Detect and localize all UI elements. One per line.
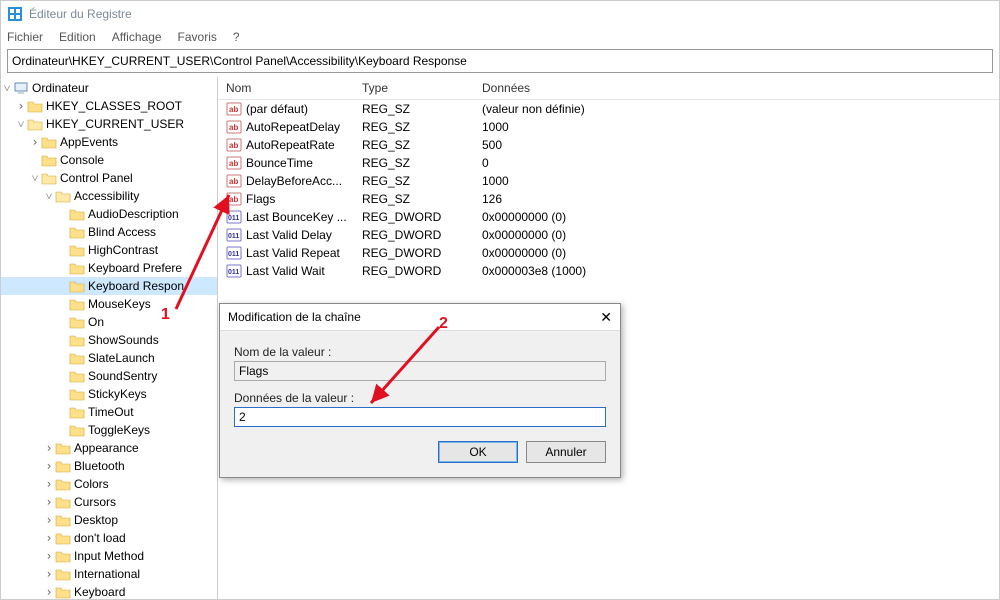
label-value-name: Nom de la valeur : [234, 345, 606, 359]
tree-accessibility[interactable]: ˅Accessibility [1, 187, 217, 205]
tree-acc-blind-access[interactable]: Blind Access [1, 223, 217, 241]
menu-help[interactable]: ? [233, 30, 240, 44]
tree-acc-slatelaunch[interactable]: SlateLaunch [1, 349, 217, 367]
regedit-icon [7, 6, 23, 22]
col-data[interactable]: Données [482, 81, 999, 95]
tree-desktop[interactable]: ›Desktop [1, 511, 217, 529]
svg-text:011: 011 [228, 233, 239, 240]
tree-pane[interactable]: ˅Ordinateur›HKEY_CLASSES_ROOT˅HKEY_CURRE… [1, 77, 218, 599]
value-row[interactable]: abBounceTimeREG_SZ0 [218, 154, 999, 172]
label-value-data: Données de la valeur : [234, 391, 606, 405]
tree-don-t-load[interactable]: ›don't load [1, 529, 217, 547]
tree-acc-stickykeys[interactable]: StickyKeys [1, 385, 217, 403]
svg-text:ab: ab [229, 105, 238, 114]
tree-bluetooth[interactable]: ›Bluetooth [1, 457, 217, 475]
tree-acc-highcontrast[interactable]: HighContrast [1, 241, 217, 259]
address-bar[interactable]: Ordinateur\HKEY_CURRENT_USER\Control Pan… [7, 49, 993, 73]
tree-cursors[interactable]: ›Cursors [1, 493, 217, 511]
menu-file[interactable]: Fichier [7, 30, 43, 44]
value-row[interactable]: 011Last Valid RepeatREG_DWORD0x00000000 … [218, 244, 999, 262]
svg-text:011: 011 [228, 215, 239, 222]
tree-computer[interactable]: ˅Ordinateur [1, 79, 217, 97]
tree-acc-keyboard-prefere[interactable]: Keyboard Prefere [1, 259, 217, 277]
window-title: Éditeur du Registre [29, 7, 132, 21]
svg-text:ab: ab [229, 123, 238, 132]
dialog-title: Modification de la chaîne [228, 310, 361, 324]
tree-acc-mousekeys[interactable]: MouseKeys [1, 295, 217, 313]
svg-text:011: 011 [228, 251, 239, 258]
value-row[interactable]: abFlagsREG_SZ126 [218, 190, 999, 208]
tree-input-method[interactable]: ›Input Method [1, 547, 217, 565]
svg-text:ab: ab [229, 159, 238, 168]
tree-acc-on[interactable]: On [1, 313, 217, 331]
address-text: Ordinateur\HKEY_CURRENT_USER\Control Pan… [12, 54, 467, 68]
tree-acc-audiodescription[interactable]: AudioDescription [1, 205, 217, 223]
tree-international[interactable]: ›International [1, 565, 217, 583]
menubar: Fichier Edition Affichage Favoris ? [1, 27, 999, 47]
tree-keyboard[interactable]: ›Keyboard [1, 583, 217, 599]
tree-hkcr[interactable]: ›HKEY_CLASSES_ROOT [1, 97, 217, 115]
close-icon[interactable]: ✕ [600, 309, 612, 326]
tree-acc-keyboard-respon[interactable]: Keyboard Respon [1, 277, 217, 295]
cancel-button[interactable]: Annuler [526, 441, 606, 463]
value-row[interactable]: 011Last BounceKey ...REG_DWORD0x00000000… [218, 208, 999, 226]
tree-acc-togglekeys[interactable]: ToggleKeys [1, 421, 217, 439]
value-name-field [234, 361, 606, 381]
tree-acc-soundsentry[interactable]: SoundSentry [1, 367, 217, 385]
tree-appearance[interactable]: ›Appearance [1, 439, 217, 457]
svg-text:ab: ab [229, 141, 238, 150]
svg-text:ab: ab [229, 177, 238, 186]
tree-acc-timeout[interactable]: TimeOut [1, 403, 217, 421]
tree-appevents[interactable]: ›AppEvents [1, 133, 217, 151]
edit-string-dialog: Modification de la chaîne ✕ Nom de la va… [219, 303, 621, 478]
value-row[interactable]: abDelayBeforeAcc...REG_SZ1000 [218, 172, 999, 190]
tree-acc-showsounds[interactable]: ShowSounds [1, 331, 217, 349]
svg-text:ab: ab [229, 195, 238, 204]
value-row[interactable]: abAutoRepeatDelayREG_SZ1000 [218, 118, 999, 136]
titlebar: Éditeur du Registre [1, 1, 999, 27]
col-name[interactable]: Nom [226, 81, 362, 95]
value-row[interactable]: 011Last Valid DelayREG_DWORD0x00000000 (… [218, 226, 999, 244]
menu-view[interactable]: Affichage [112, 30, 162, 44]
menu-edit[interactable]: Edition [59, 30, 96, 44]
svg-text:011: 011 [228, 269, 239, 276]
ok-button[interactable]: OK [438, 441, 518, 463]
menu-favorites[interactable]: Favoris [178, 30, 217, 44]
col-type[interactable]: Type [362, 81, 482, 95]
value-row[interactable]: abAutoRepeatRateREG_SZ500 [218, 136, 999, 154]
tree-hkcu[interactable]: ˅HKEY_CURRENT_USER [1, 115, 217, 133]
tree-controlpanel[interactable]: ˅Control Panel [1, 169, 217, 187]
value-data-field[interactable] [234, 407, 606, 427]
tree-colors[interactable]: ›Colors [1, 475, 217, 493]
list-header: Nom Type Données [218, 77, 999, 100]
value-row[interactable]: 011Last Valid WaitREG_DWORD0x000003e8 (1… [218, 262, 999, 280]
tree-console[interactable]: Console [1, 151, 217, 169]
value-row[interactable]: ab(par défaut)REG_SZ(valeur non définie) [218, 100, 999, 118]
